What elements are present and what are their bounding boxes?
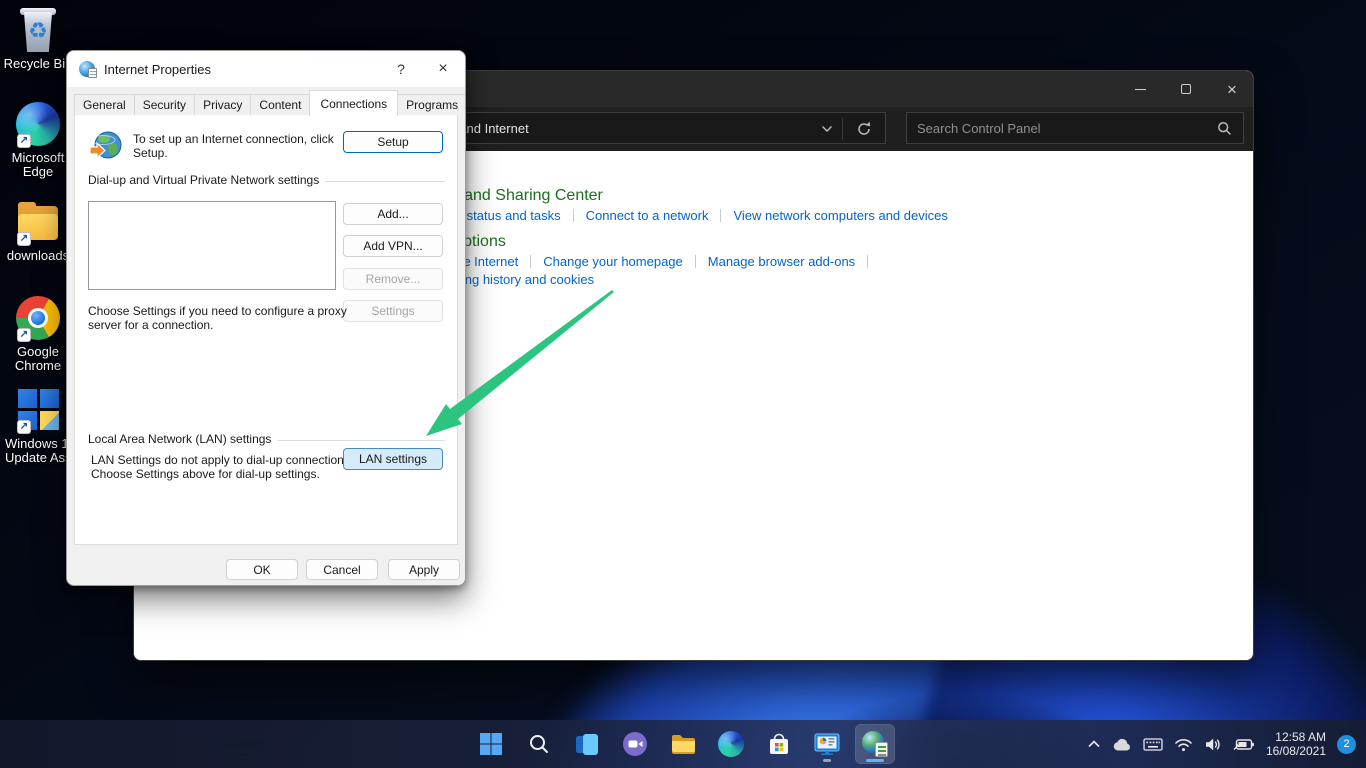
desktop-icon-windows-update-assistant[interactable]: ↗ Windows 10 Update Assistant: [0, 386, 76, 465]
microsoft-store-button[interactable]: [759, 724, 799, 764]
tray-date: 16/08/2021: [1266, 744, 1326, 758]
close-icon[interactable]: ×: [421, 60, 465, 78]
chrome-icon: ↗: [14, 294, 62, 342]
lan-group-label: Local Area Network (LAN) settings: [88, 432, 445, 446]
search-icon[interactable]: [1217, 121, 1232, 136]
shortcut-arrow-icon: ↗: [17, 328, 31, 342]
remove-button[interactable]: Remove...: [343, 268, 443, 290]
tab-security[interactable]: Security: [134, 94, 195, 115]
shortcut-arrow-icon: ↗: [17, 232, 31, 246]
tab-connections[interactable]: Connections: [309, 90, 398, 116]
refresh-icon[interactable]: [855, 120, 873, 138]
chat-camera-icon: [622, 731, 648, 757]
close-button[interactable]: ×: [1225, 82, 1239, 96]
edge-icon: [718, 731, 744, 757]
wifi-icon[interactable]: [1174, 737, 1193, 752]
chevron-down-icon[interactable]: [821, 125, 833, 133]
control-panel-button[interactable]: [807, 724, 847, 764]
taskbar: 12:58 AM 16/08/2021 2: [0, 720, 1366, 768]
desktop-icon-google-chrome[interactable]: ↗ Google Chrome: [0, 294, 76, 373]
maximize-button[interactable]: [1179, 82, 1193, 96]
tab-content[interactable]: Content: [250, 94, 310, 115]
dialog-titlebar[interactable]: Internet Properties ? ×: [67, 51, 465, 87]
minimize-button[interactable]: [1133, 82, 1147, 96]
desktop: ♻ Recycle Bin ↗ Microsoft Edge ↗ downloa…: [0, 0, 1366, 768]
link-manage-browser-addons[interactable]: Manage browser add-ons: [708, 254, 855, 269]
store-bag-icon: [766, 731, 792, 757]
start-button[interactable]: [471, 724, 511, 764]
control-panel-icon: [813, 731, 841, 757]
vpn-connections-listbox[interactable]: [88, 201, 336, 290]
shortcut-arrow-icon: ↗: [17, 420, 31, 434]
keyboard-icon: [1143, 737, 1163, 752]
link-view-network-computers[interactable]: View network computers and devices: [733, 208, 947, 223]
add-vpn-button[interactable]: Add VPN...: [343, 235, 443, 257]
search-button[interactable]: [519, 724, 559, 764]
connections-tab-page: To set up an Internet connection, click …: [74, 111, 458, 545]
internet-connection-globe-icon: [88, 128, 124, 164]
internet-properties-icon: [79, 61, 95, 77]
apply-button[interactable]: Apply: [388, 559, 460, 580]
dialup-group-label: Dial-up and Virtual Private Network sett…: [88, 173, 445, 187]
windows-logo-icon: ↗: [14, 386, 62, 434]
settings-button[interactable]: Settings: [343, 300, 443, 322]
tab-strip: General Security Privacy Content Connect…: [74, 90, 466, 115]
hidden-icons-chevron[interactable]: [1087, 739, 1101, 749]
ok-button[interactable]: OK: [226, 559, 298, 580]
clock[interactable]: 12:58 AM 16/08/2021: [1266, 730, 1326, 758]
volume-icon[interactable]: [1204, 737, 1222, 752]
edge-icon: ↗: [14, 100, 62, 148]
chat-button[interactable]: [615, 724, 655, 764]
active-indicator: [866, 759, 884, 762]
touch-keyboard-icon[interactable]: [1143, 737, 1163, 752]
tab-privacy[interactable]: Privacy: [194, 94, 251, 115]
cancel-button[interactable]: Cancel: [306, 559, 378, 580]
search-icon: [528, 733, 550, 755]
help-button[interactable]: ?: [381, 61, 421, 77]
folder-icon: [670, 731, 697, 758]
shortcut-arrow-icon: ↗: [17, 134, 31, 148]
battery-icon[interactable]: [1233, 737, 1255, 752]
desktop-icon-microsoft-edge[interactable]: ↗ Microsoft Edge: [0, 100, 76, 179]
dialog-title: Internet Properties: [104, 62, 211, 77]
recycle-symbol-icon: ♻: [14, 20, 62, 42]
wifi-icon: [1174, 737, 1193, 752]
proxy-hint: Choose Settings if you need to configure…: [88, 304, 347, 332]
lan-settings-button[interactable]: LAN settings: [343, 448, 443, 470]
running-indicator: [823, 759, 831, 762]
onedrive-icon[interactable]: [1112, 737, 1132, 752]
desktop-icon-recycle-bin[interactable]: ♻ Recycle Bin: [0, 6, 76, 71]
battery-charging-icon: [1233, 737, 1255, 752]
tab-general[interactable]: General: [74, 94, 135, 115]
search-box: [906, 112, 1244, 144]
internet-properties-icon: [862, 731, 888, 757]
speaker-icon: [1204, 737, 1222, 752]
task-view-icon: [574, 731, 600, 757]
internet-properties-dialog: Internet Properties ? × General Security…: [66, 50, 466, 586]
lan-hint: LAN Settings do not apply to dial-up con…: [91, 453, 353, 481]
tray-time: 12:58 AM: [1266, 730, 1326, 744]
folder-icon: ↗: [14, 198, 62, 246]
task-view-button[interactable]: [567, 724, 607, 764]
tab-programs[interactable]: Programs: [397, 94, 466, 115]
desktop-icon-downloads[interactable]: ↗ downloads: [0, 198, 76, 263]
cloud-icon: [1112, 737, 1132, 752]
link-connect-to-network[interactable]: Connect to a network: [586, 208, 709, 223]
recycle-bin-icon: ♻: [14, 6, 62, 54]
windows-logo-icon: [479, 732, 503, 756]
search-input[interactable]: [907, 113, 1243, 143]
setup-description: To set up an Internet connection, click …: [133, 132, 334, 160]
link-change-homepage[interactable]: Change your homepage: [543, 254, 683, 269]
internet-properties-button[interactable]: [855, 724, 895, 764]
setup-button[interactable]: Setup: [343, 131, 443, 153]
edge-button[interactable]: [711, 724, 751, 764]
notification-badge[interactable]: 2: [1337, 735, 1356, 754]
add-button[interactable]: Add...: [343, 203, 443, 225]
file-explorer-button[interactable]: [663, 724, 703, 764]
chevron-up-icon: [1087, 739, 1101, 749]
